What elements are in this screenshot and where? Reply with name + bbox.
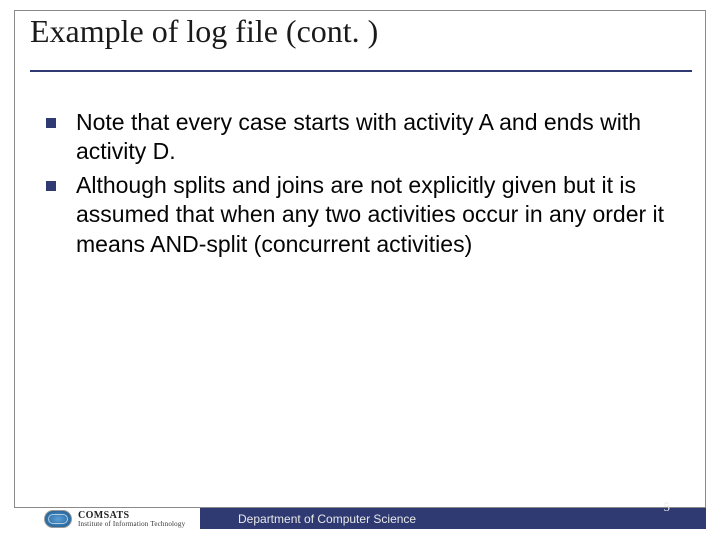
bullet-text: Note that every case starts with activit… (76, 108, 674, 167)
bullet-icon (46, 181, 56, 191)
page-number: 5 (664, 499, 671, 515)
logo: COMSATS Institute of Information Technol… (44, 510, 185, 528)
logo-line1: COMSATS (78, 511, 185, 521)
bullet-icon (46, 118, 56, 128)
footer-text: Department of Computer Science (238, 512, 416, 526)
logo-text: COMSATS Institute of Information Technol… (78, 511, 185, 528)
title-area: Example of log file (cont. ) (30, 14, 692, 72)
logo-badge-icon (44, 510, 72, 528)
logo-line2: Institute of Information Technology (78, 521, 185, 528)
list-item: Although splits and joins are not explic… (46, 171, 674, 259)
list-item: Note that every case starts with activit… (46, 108, 674, 167)
slide: Example of log file (cont. ) Note that e… (0, 0, 720, 540)
footer-bar: Department of Computer Science 5 (200, 507, 706, 529)
slide-title: Example of log file (cont. ) (30, 14, 378, 49)
content-area: Note that every case starts with activit… (46, 108, 674, 263)
bullet-text: Although splits and joins are not explic… (76, 171, 674, 259)
